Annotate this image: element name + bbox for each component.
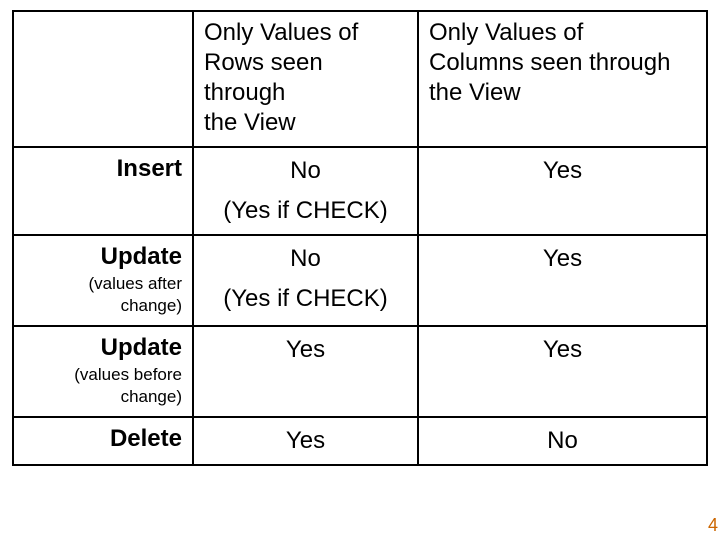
row-label-update-before: Update (values before change) bbox=[13, 326, 193, 417]
table-row-update-before: Update (values before change) Yes Yes bbox=[13, 326, 707, 417]
cell-value: Yes bbox=[429, 244, 696, 274]
row-label-delete: Delete bbox=[13, 417, 193, 465]
header-text: Rows seen through bbox=[204, 48, 407, 108]
cell-update-after-columns: Yes bbox=[418, 235, 707, 326]
row-label-text: Update bbox=[24, 333, 182, 363]
cell-delete-rows: Yes bbox=[193, 417, 418, 465]
cell-update-before-columns: Yes bbox=[418, 326, 707, 417]
cell-value: Yes bbox=[429, 335, 696, 365]
cell-subvalue: (Yes if CHECK) bbox=[204, 196, 407, 226]
cell-update-after-rows: No (Yes if CHECK) bbox=[193, 235, 418, 326]
slide: Only Values of Rows seen through the Vie… bbox=[0, 0, 720, 540]
cell-delete-columns: No bbox=[418, 417, 707, 465]
cell-value: No bbox=[204, 156, 407, 186]
table-row-insert: Insert No (Yes if CHECK) Yes bbox=[13, 147, 707, 235]
cell-insert-columns: Yes bbox=[418, 147, 707, 235]
cell-insert-rows: No (Yes if CHECK) bbox=[193, 147, 418, 235]
header-text: Only Values of bbox=[429, 18, 696, 48]
row-label-sub: (values after bbox=[24, 274, 182, 294]
cell-subvalue: (Yes if CHECK) bbox=[204, 284, 407, 314]
header-text: the View bbox=[429, 78, 696, 108]
header-text: Columns seen through bbox=[429, 48, 696, 78]
header-text: Only Values of bbox=[204, 18, 407, 48]
table-row-delete: Delete Yes No bbox=[13, 417, 707, 465]
cell-value: Yes bbox=[204, 335, 407, 365]
cell-update-before-rows: Yes bbox=[193, 326, 418, 417]
cell-value: No bbox=[204, 244, 407, 274]
row-label-update-after: Update (values after change) bbox=[13, 235, 193, 326]
header-blank-cell bbox=[13, 11, 193, 147]
page-number: 4 bbox=[708, 515, 718, 536]
header-text: the View bbox=[204, 108, 407, 138]
comparison-table: Only Values of Rows seen through the Vie… bbox=[12, 10, 708, 466]
row-label-text: Update bbox=[24, 242, 182, 272]
row-label-text: Insert bbox=[24, 154, 182, 184]
cell-value: Yes bbox=[429, 156, 696, 186]
header-cell-columns: Only Values of Columns seen through the … bbox=[418, 11, 707, 147]
header-cell-rows: Only Values of Rows seen through the Vie… bbox=[193, 11, 418, 147]
table-header-row: Only Values of Rows seen through the Vie… bbox=[13, 11, 707, 147]
row-label-insert: Insert bbox=[13, 147, 193, 235]
row-label-text: Delete bbox=[24, 424, 182, 454]
row-label-sub: change) bbox=[24, 296, 182, 316]
row-label-sub: (values before bbox=[24, 365, 182, 385]
cell-value: Yes bbox=[204, 426, 407, 456]
row-label-sub: change) bbox=[24, 387, 182, 407]
table-row-update-after: Update (values after change) No (Yes if … bbox=[13, 235, 707, 326]
cell-value: No bbox=[429, 426, 696, 456]
